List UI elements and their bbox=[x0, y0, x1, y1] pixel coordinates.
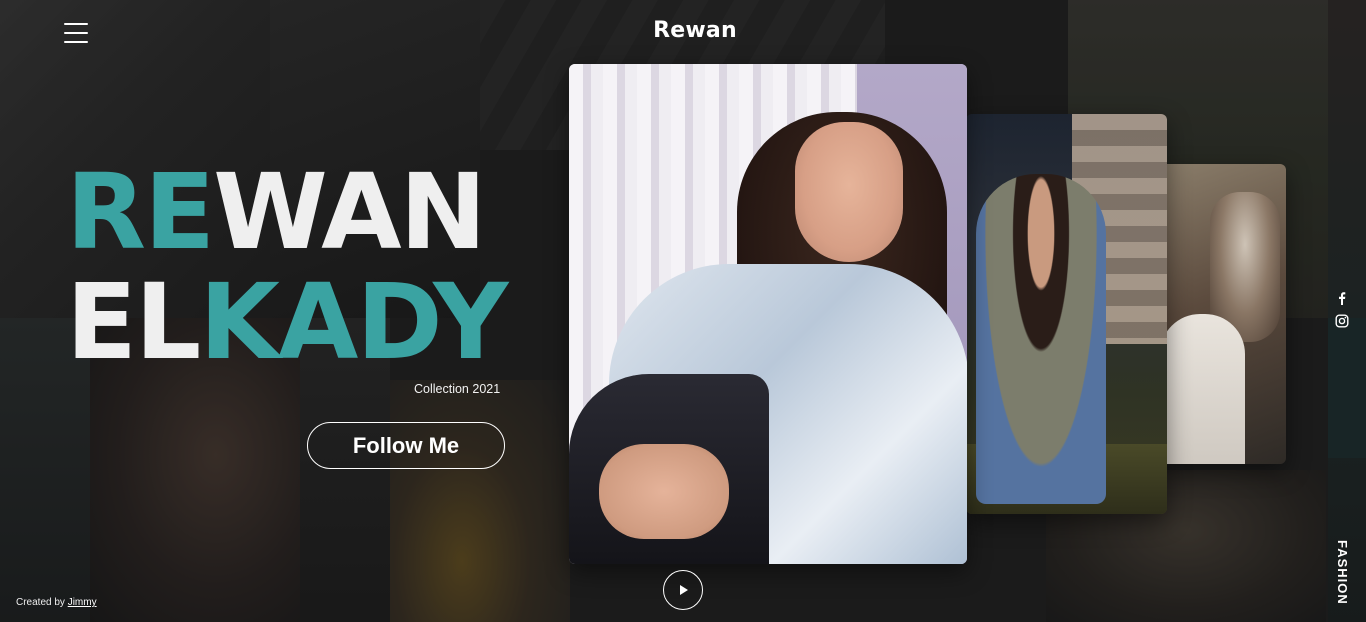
hero-title-accent: RE bbox=[66, 151, 215, 273]
play-button[interactable] bbox=[663, 570, 703, 610]
credit-author-link[interactable]: Jimmy bbox=[68, 597, 97, 608]
gallery-card-2[interactable] bbox=[966, 114, 1167, 514]
hero-title-text: WAN bbox=[213, 151, 487, 273]
facebook-icon[interactable] bbox=[1335, 290, 1349, 305]
instagram-icon[interactable] bbox=[1335, 313, 1349, 328]
play-icon bbox=[680, 585, 688, 595]
credit-prefix: Created by bbox=[16, 597, 65, 608]
hero-title-line-1: REWAN bbox=[66, 160, 506, 264]
brand-logo[interactable]: Rewan bbox=[0, 18, 1366, 43]
social-links bbox=[1335, 290, 1349, 328]
photo-detail bbox=[976, 174, 1106, 504]
gallery-card-3[interactable] bbox=[1160, 164, 1286, 464]
photo-detail bbox=[599, 444, 729, 539]
facebook-icon bbox=[1339, 292, 1346, 305]
hero-title-accent: KADY bbox=[199, 261, 508, 383]
photo-detail bbox=[795, 122, 903, 262]
hero-title-line-2: ELKADY bbox=[66, 270, 508, 374]
instagram-icon bbox=[1335, 314, 1349, 328]
side-label: FASHION bbox=[1335, 540, 1350, 605]
footer-credit: Created by Jimmy bbox=[16, 597, 97, 608]
collection-subtitle: Collection 2021 bbox=[414, 382, 501, 396]
hero-title-text: EL bbox=[66, 261, 201, 383]
follow-me-button[interactable]: Follow Me bbox=[307, 422, 505, 469]
gallery-card-main[interactable] bbox=[569, 64, 967, 564]
photo-detail bbox=[1160, 314, 1245, 464]
hero-title: REWAN ELKADY bbox=[66, 160, 508, 374]
